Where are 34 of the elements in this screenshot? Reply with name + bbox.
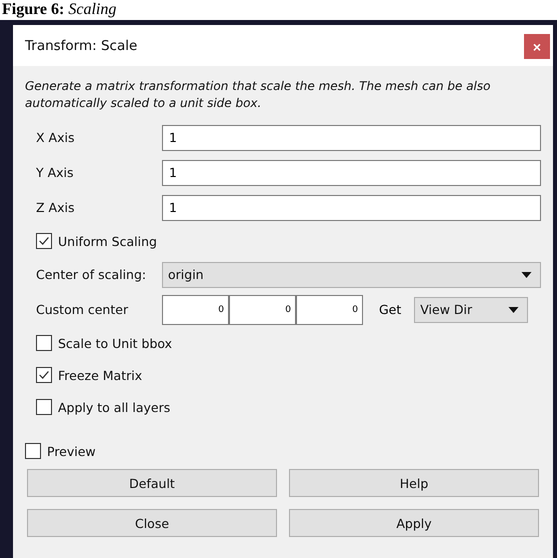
checkbox[interactable] — [36, 367, 52, 383]
checkbox-label[interactable]: Preview — [47, 444, 96, 458]
dialog-button[interactable]: Apply — [289, 509, 539, 537]
input-field[interactable]: 0 — [162, 294, 229, 324]
field-label: Center of scaling: — [36, 267, 148, 282]
dropdown[interactable]: View Dir — [414, 296, 528, 322]
field-label: Y Axis — [36, 165, 75, 180]
input-field[interactable]: 0 — [296, 294, 363, 324]
dialog-button[interactable]: Close — [27, 509, 277, 537]
checkbox-label[interactable]: Scale to Unit bbox — [58, 336, 172, 350]
input-field[interactable]: 1 — [162, 160, 541, 186]
checkbox-label[interactable]: Apply to all layers — [58, 400, 170, 414]
dropdown[interactable]: origin — [162, 262, 541, 288]
field-label: Get — [379, 302, 402, 317]
checkbox[interactable] — [25, 443, 41, 459]
caret-icon — [508, 306, 520, 312]
checkbox-label[interactable]: Freeze Matrix — [58, 368, 142, 382]
checkbox[interactable] — [36, 335, 52, 351]
field-label: Custom center — [36, 302, 130, 317]
dialog-button[interactable]: Default — [27, 469, 277, 497]
checkbox[interactable] — [36, 399, 52, 415]
description: Generate a matrix transformation that scale the mesh. The mesh can be also automatically scaled to a unit side box. — [24, 78, 492, 112]
input-field[interactable]: 1 — [162, 124, 541, 150]
caret-icon — [521, 272, 532, 278]
field-label: X Axis — [36, 130, 76, 145]
figure-caption: Figure 6: Scaling — [2, 1, 116, 19]
dialog-button[interactable]: Help — [289, 469, 539, 497]
input-field[interactable]: 1 — [162, 194, 541, 220]
checkbox[interactable] — [36, 233, 52, 249]
input-field[interactable]: 0 — [229, 294, 296, 324]
window-title: Transform: Scale — [25, 38, 138, 54]
close-button[interactable]: × — [524, 34, 550, 59]
field-label: Z Axis — [36, 200, 76, 215]
checkbox-label[interactable]: Uniform Scaling — [58, 234, 157, 248]
